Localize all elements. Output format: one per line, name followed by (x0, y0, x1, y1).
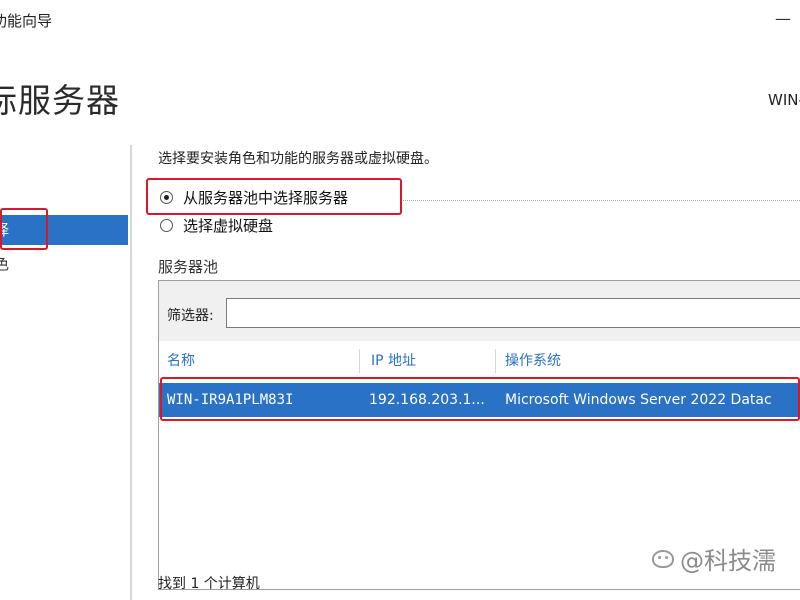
radio-server-pool[interactable]: 从服务器池中选择服务器 (160, 186, 348, 208)
destination-server-label: WIN- (768, 91, 800, 109)
column-header-ip[interactable]: IP 地址 (371, 347, 416, 375)
filter-input[interactable] (226, 298, 800, 328)
title-bar: 功能向导 — (0, 0, 800, 40)
wechat-icon (652, 549, 674, 568)
filter-label: 筛选器: (167, 308, 214, 324)
sidebar-divider (130, 145, 132, 600)
minimize-icon: — (775, 9, 791, 28)
nav-item-server-roles[interactable]: 色 (0, 253, 128, 275)
column-divider[interactable] (359, 349, 360, 373)
focus-dotted-line (400, 200, 800, 201)
cell-ip: 192.168.203.1... (369, 392, 485, 408)
found-count: 找到 1 个计算机 (158, 576, 260, 592)
radio-virtual-disk[interactable]: 选择虚拟硬盘 (160, 214, 273, 236)
radio-unchecked-icon[interactable] (160, 218, 173, 232)
window-title: 功能向导 (0, 12, 53, 30)
server-pool-label: 服务器池 (158, 258, 219, 276)
radio-label: 选择虚拟硬盘 (183, 216, 274, 235)
nav-item-label: 色 (0, 255, 10, 273)
radio-label: 从服务器池中选择服务器 (183, 188, 349, 207)
nav-item-server-selection[interactable]: 择 (0, 215, 128, 245)
cell-os: Microsoft Windows Server 2022 Datac (505, 392, 772, 408)
radio-checked-icon[interactable] (160, 190, 173, 204)
table-header: 名称 IP 地址 操作系统 (159, 347, 800, 375)
table-row[interactable]: WIN-IR9A1PLM83I 192.168.203.1... Microso… (159, 383, 800, 417)
column-divider[interactable] (495, 349, 496, 373)
page-title: 标服务器 (0, 81, 120, 120)
nav-item-label: 择 (0, 221, 10, 239)
cell-name: WIN-IR9A1PLM83I (167, 392, 294, 408)
column-header-name[interactable]: 名称 (167, 347, 195, 375)
minimize-button[interactable]: — (766, 8, 800, 32)
watermark-text: @科技濡 (680, 547, 776, 575)
watermark: @科技濡 (652, 541, 776, 576)
wizard-nav: 择 色 (0, 145, 130, 600)
column-header-os[interactable]: 操作系统 (505, 347, 561, 375)
instruction-text: 选择要安装角色和功能的服务器或虚拟硬盘。 (158, 151, 438, 167)
filter-row: 筛选器: (159, 281, 800, 341)
